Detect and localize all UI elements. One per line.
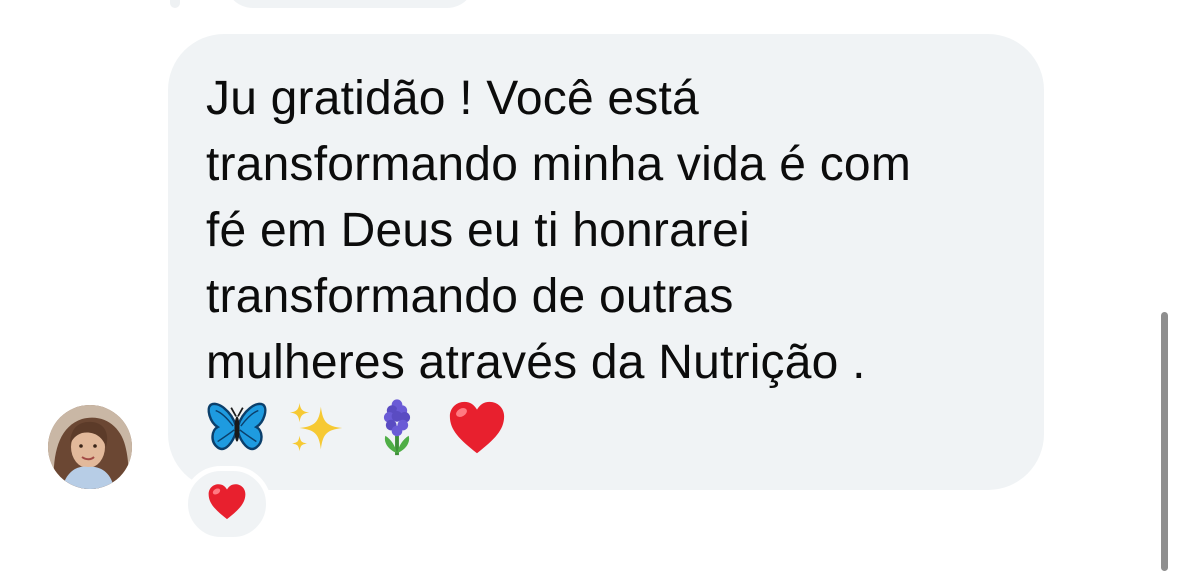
butterfly-icon bbox=[206, 397, 268, 459]
message-emoji-row bbox=[206, 394, 508, 462]
previous-message-bubble[interactable] bbox=[225, 0, 475, 8]
reaction-badge[interactable] bbox=[183, 466, 271, 542]
red-heart-icon bbox=[206, 481, 248, 528]
message-text: Ju gratidão ! Você está transformando mi… bbox=[206, 72, 911, 389]
avatar[interactable] bbox=[48, 405, 132, 489]
previous-message-edge bbox=[170, 0, 180, 8]
hyacinth-icon bbox=[366, 397, 428, 459]
chat-view: Ju gratidão ! Você está transformando mi… bbox=[0, 0, 1179, 571]
red-heart-icon bbox=[446, 397, 508, 459]
sparkles-icon bbox=[286, 397, 348, 459]
scrollbar-thumb[interactable] bbox=[1161, 312, 1168, 571]
